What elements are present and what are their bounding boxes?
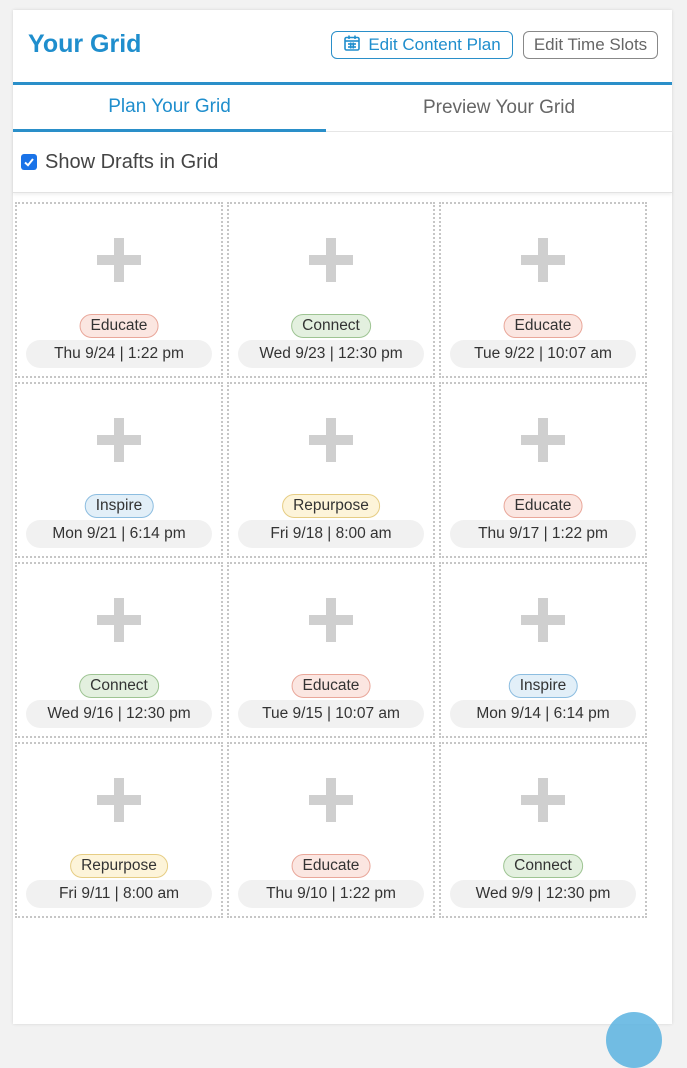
- plus-icon[interactable]: [97, 418, 141, 462]
- plus-icon[interactable]: [521, 238, 565, 282]
- slot-time: Mon 9/14 | 6:14 pm: [450, 700, 636, 728]
- category-tag: Repurpose: [282, 494, 380, 518]
- plus-icon[interactable]: [309, 598, 353, 642]
- grid-slot[interactable]: Connect Wed 9/23 | 12:30 pm: [227, 202, 435, 378]
- slot-time: Thu 9/17 | 1:22 pm: [450, 520, 636, 548]
- plus-icon[interactable]: [521, 778, 565, 822]
- tab-preview-your-grid[interactable]: Preview Your Grid: [326, 85, 672, 131]
- category-tag: Connect: [503, 854, 583, 878]
- grid-slot[interactable]: Educate Tue 9/15 | 10:07 am: [227, 562, 435, 738]
- grid-panel: Your Grid Edit Content Plan Edit Time Sl…: [13, 10, 672, 1024]
- plus-icon[interactable]: [309, 238, 353, 282]
- show-drafts-label[interactable]: Show Drafts in Grid: [45, 151, 218, 174]
- slot-time: Thu 9/24 | 1:22 pm: [26, 340, 212, 368]
- plus-icon[interactable]: [521, 418, 565, 462]
- grid-slot[interactable]: Connect Wed 9/9 | 12:30 pm: [439, 742, 647, 918]
- category-tag: Inspire: [84, 494, 154, 518]
- grid-slot[interactable]: Inspire Mon 9/14 | 6:14 pm: [439, 562, 647, 738]
- plus-icon[interactable]: [97, 238, 141, 282]
- grid-slot[interactable]: Educate Thu 9/17 | 1:22 pm: [439, 382, 647, 558]
- show-drafts-checkbox[interactable]: [21, 154, 37, 170]
- slot-time: Thu 9/10 | 1:22 pm: [238, 880, 424, 908]
- grid-slot[interactable]: Educate Tue 9/22 | 10:07 am: [439, 202, 647, 378]
- plus-icon[interactable]: [97, 778, 141, 822]
- plus-icon[interactable]: [309, 778, 353, 822]
- checkmark-icon: [24, 158, 34, 167]
- edit-time-slots-button[interactable]: Edit Time Slots: [523, 31, 658, 59]
- slot-time: Wed 9/16 | 12:30 pm: [26, 700, 212, 728]
- category-tag: Educate: [503, 494, 583, 518]
- slot-time: Wed 9/23 | 12:30 pm: [238, 340, 424, 368]
- edit-content-plan-button[interactable]: Edit Content Plan: [331, 31, 513, 59]
- category-tag: Connect: [291, 314, 371, 338]
- grid-slot[interactable]: Repurpose Fri 9/18 | 8:00 am: [227, 382, 435, 558]
- page-title: Your Grid: [28, 30, 142, 58]
- category-tag: Educate: [291, 674, 371, 698]
- post-grid: Educate Thu 9/24 | 1:22 pm Connect Wed 9/23…: [15, 202, 649, 918]
- category-tag: Educate: [503, 314, 583, 338]
- calendar-icon: [343, 34, 361, 57]
- slot-time: Mon 9/21 | 6:14 pm: [26, 520, 212, 548]
- category-tag: Repurpose: [70, 854, 168, 878]
- help-button[interactable]: [606, 1012, 662, 1068]
- tab-plan-your-grid[interactable]: Plan Your Grid: [13, 85, 326, 132]
- slot-time: Wed 9/9 | 12:30 pm: [450, 880, 636, 908]
- show-drafts-row: Show Drafts in Grid: [13, 132, 672, 193]
- edit-content-plan-label: Edit Content Plan: [368, 35, 501, 54]
- category-tag: Educate: [291, 854, 371, 878]
- tab-bar: Plan Your Grid Preview Your Grid: [13, 85, 672, 132]
- slot-time: Tue 9/22 | 10:07 am: [450, 340, 636, 368]
- category-tag: Connect: [79, 674, 159, 698]
- slot-time: Fri 9/18 | 8:00 am: [238, 520, 424, 548]
- panel-header: Your Grid Edit Content Plan Edit Time Sl…: [13, 10, 672, 85]
- grid-slot[interactable]: Connect Wed 9/16 | 12:30 pm: [15, 562, 223, 738]
- plus-icon[interactable]: [309, 418, 353, 462]
- plus-icon[interactable]: [521, 598, 565, 642]
- slot-time: Tue 9/15 | 10:07 am: [238, 700, 424, 728]
- grid-slot[interactable]: Educate Thu 9/24 | 1:22 pm: [15, 202, 223, 378]
- grid-slot[interactable]: Educate Thu 9/10 | 1:22 pm: [227, 742, 435, 918]
- plus-icon[interactable]: [97, 598, 141, 642]
- grid-slot[interactable]: Repurpose Fri 9/11 | 8:00 am: [15, 742, 223, 918]
- category-tag: Inspire: [508, 674, 578, 698]
- grid-slot[interactable]: Inspire Mon 9/21 | 6:14 pm: [15, 382, 223, 558]
- slot-time: Fri 9/11 | 8:00 am: [26, 880, 212, 908]
- category-tag: Educate: [79, 314, 159, 338]
